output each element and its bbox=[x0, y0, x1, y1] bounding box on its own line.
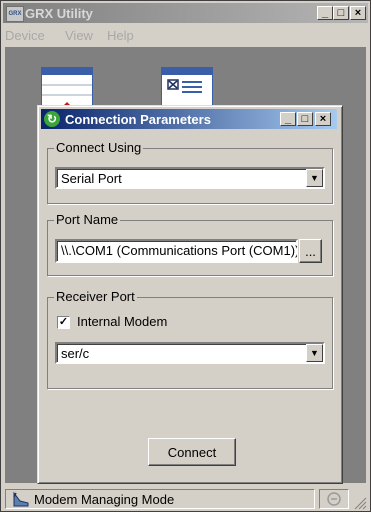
internal-modem-label[interactable]: Internal Modem bbox=[77, 314, 167, 329]
resize-grip-icon[interactable] bbox=[353, 496, 367, 510]
status-bar: Modem Managing Mode bbox=[3, 487, 368, 511]
dialog-title-bar[interactable]: ↻ Connection Parameters _ □ × bbox=[41, 109, 337, 129]
connection-parameters-dialog: ↻ Connection Parameters _ □ × Connect Us… bbox=[37, 105, 343, 484]
dialog-maximize-icon[interactable]: □ bbox=[297, 112, 313, 126]
connect-using-value: Serial Port bbox=[61, 171, 122, 186]
dialog-close-icon[interactable]: × bbox=[315, 112, 331, 126]
status-panel: Modem Managing Mode bbox=[5, 489, 315, 509]
connect-using-label: Connect Using bbox=[54, 140, 144, 155]
receiver-port-value: ser/c bbox=[61, 346, 90, 361]
port-name-field[interactable]: \\.\COM1 (Communications Port (COM1)) bbox=[55, 239, 298, 263]
connect-using-select[interactable]: Serial Port ▼ bbox=[55, 167, 325, 189]
chevron-down-icon[interactable]: ▼ bbox=[306, 169, 323, 187]
menu-device[interactable]: Device bbox=[5, 28, 45, 43]
port-name-label: Port Name bbox=[54, 212, 121, 227]
refresh-icon: ↻ bbox=[44, 111, 60, 127]
chevron-down-icon[interactable]: ▼ bbox=[306, 344, 323, 362]
dialog-minimize-icon[interactable]: _ bbox=[280, 112, 296, 126]
app-icon: GRX bbox=[6, 6, 24, 22]
app-title: GRX Utility bbox=[25, 6, 93, 21]
browse-port-button[interactable]: ... bbox=[299, 239, 322, 263]
status-text: Modem Managing Mode bbox=[34, 492, 175, 507]
receiver-port-group: Receiver Port ✓ Internal Modem ser/c ▼ bbox=[47, 289, 333, 389]
port-name-value: \\.\COM1 (Communications Port (COM1)) bbox=[61, 243, 297, 258]
modem-icon bbox=[13, 491, 29, 507]
port-name-group: Port Name \\.\COM1 (Communications Port … bbox=[47, 212, 333, 276]
checklist-icon[interactable] bbox=[161, 67, 213, 107]
receiver-port-select[interactable]: ser/c ▼ bbox=[55, 342, 325, 364]
main-title-bar[interactable]: GRX GRX Utility _ □ × bbox=[3, 3, 368, 23]
status-indicator bbox=[319, 489, 349, 509]
receiver-port-label: Receiver Port bbox=[54, 289, 137, 304]
menu-view[interactable]: View bbox=[65, 28, 93, 43]
device-list-icon[interactable] bbox=[41, 67, 93, 107]
connection-indicator-icon bbox=[327, 492, 341, 506]
menu-bar: Device View Help bbox=[3, 25, 368, 45]
menu-help[interactable]: Help bbox=[107, 28, 134, 43]
dialog-title: Connection Parameters bbox=[65, 112, 211, 127]
close-icon[interactable]: × bbox=[350, 6, 366, 20]
connect-button[interactable]: Connect bbox=[148, 438, 236, 466]
minimize-icon[interactable]: _ bbox=[317, 6, 333, 20]
maximize-icon[interactable]: □ bbox=[333, 6, 349, 20]
internal-modem-checkbox[interactable]: ✓ bbox=[57, 316, 70, 329]
connect-using-group: Connect Using Serial Port ▼ bbox=[47, 140, 333, 204]
